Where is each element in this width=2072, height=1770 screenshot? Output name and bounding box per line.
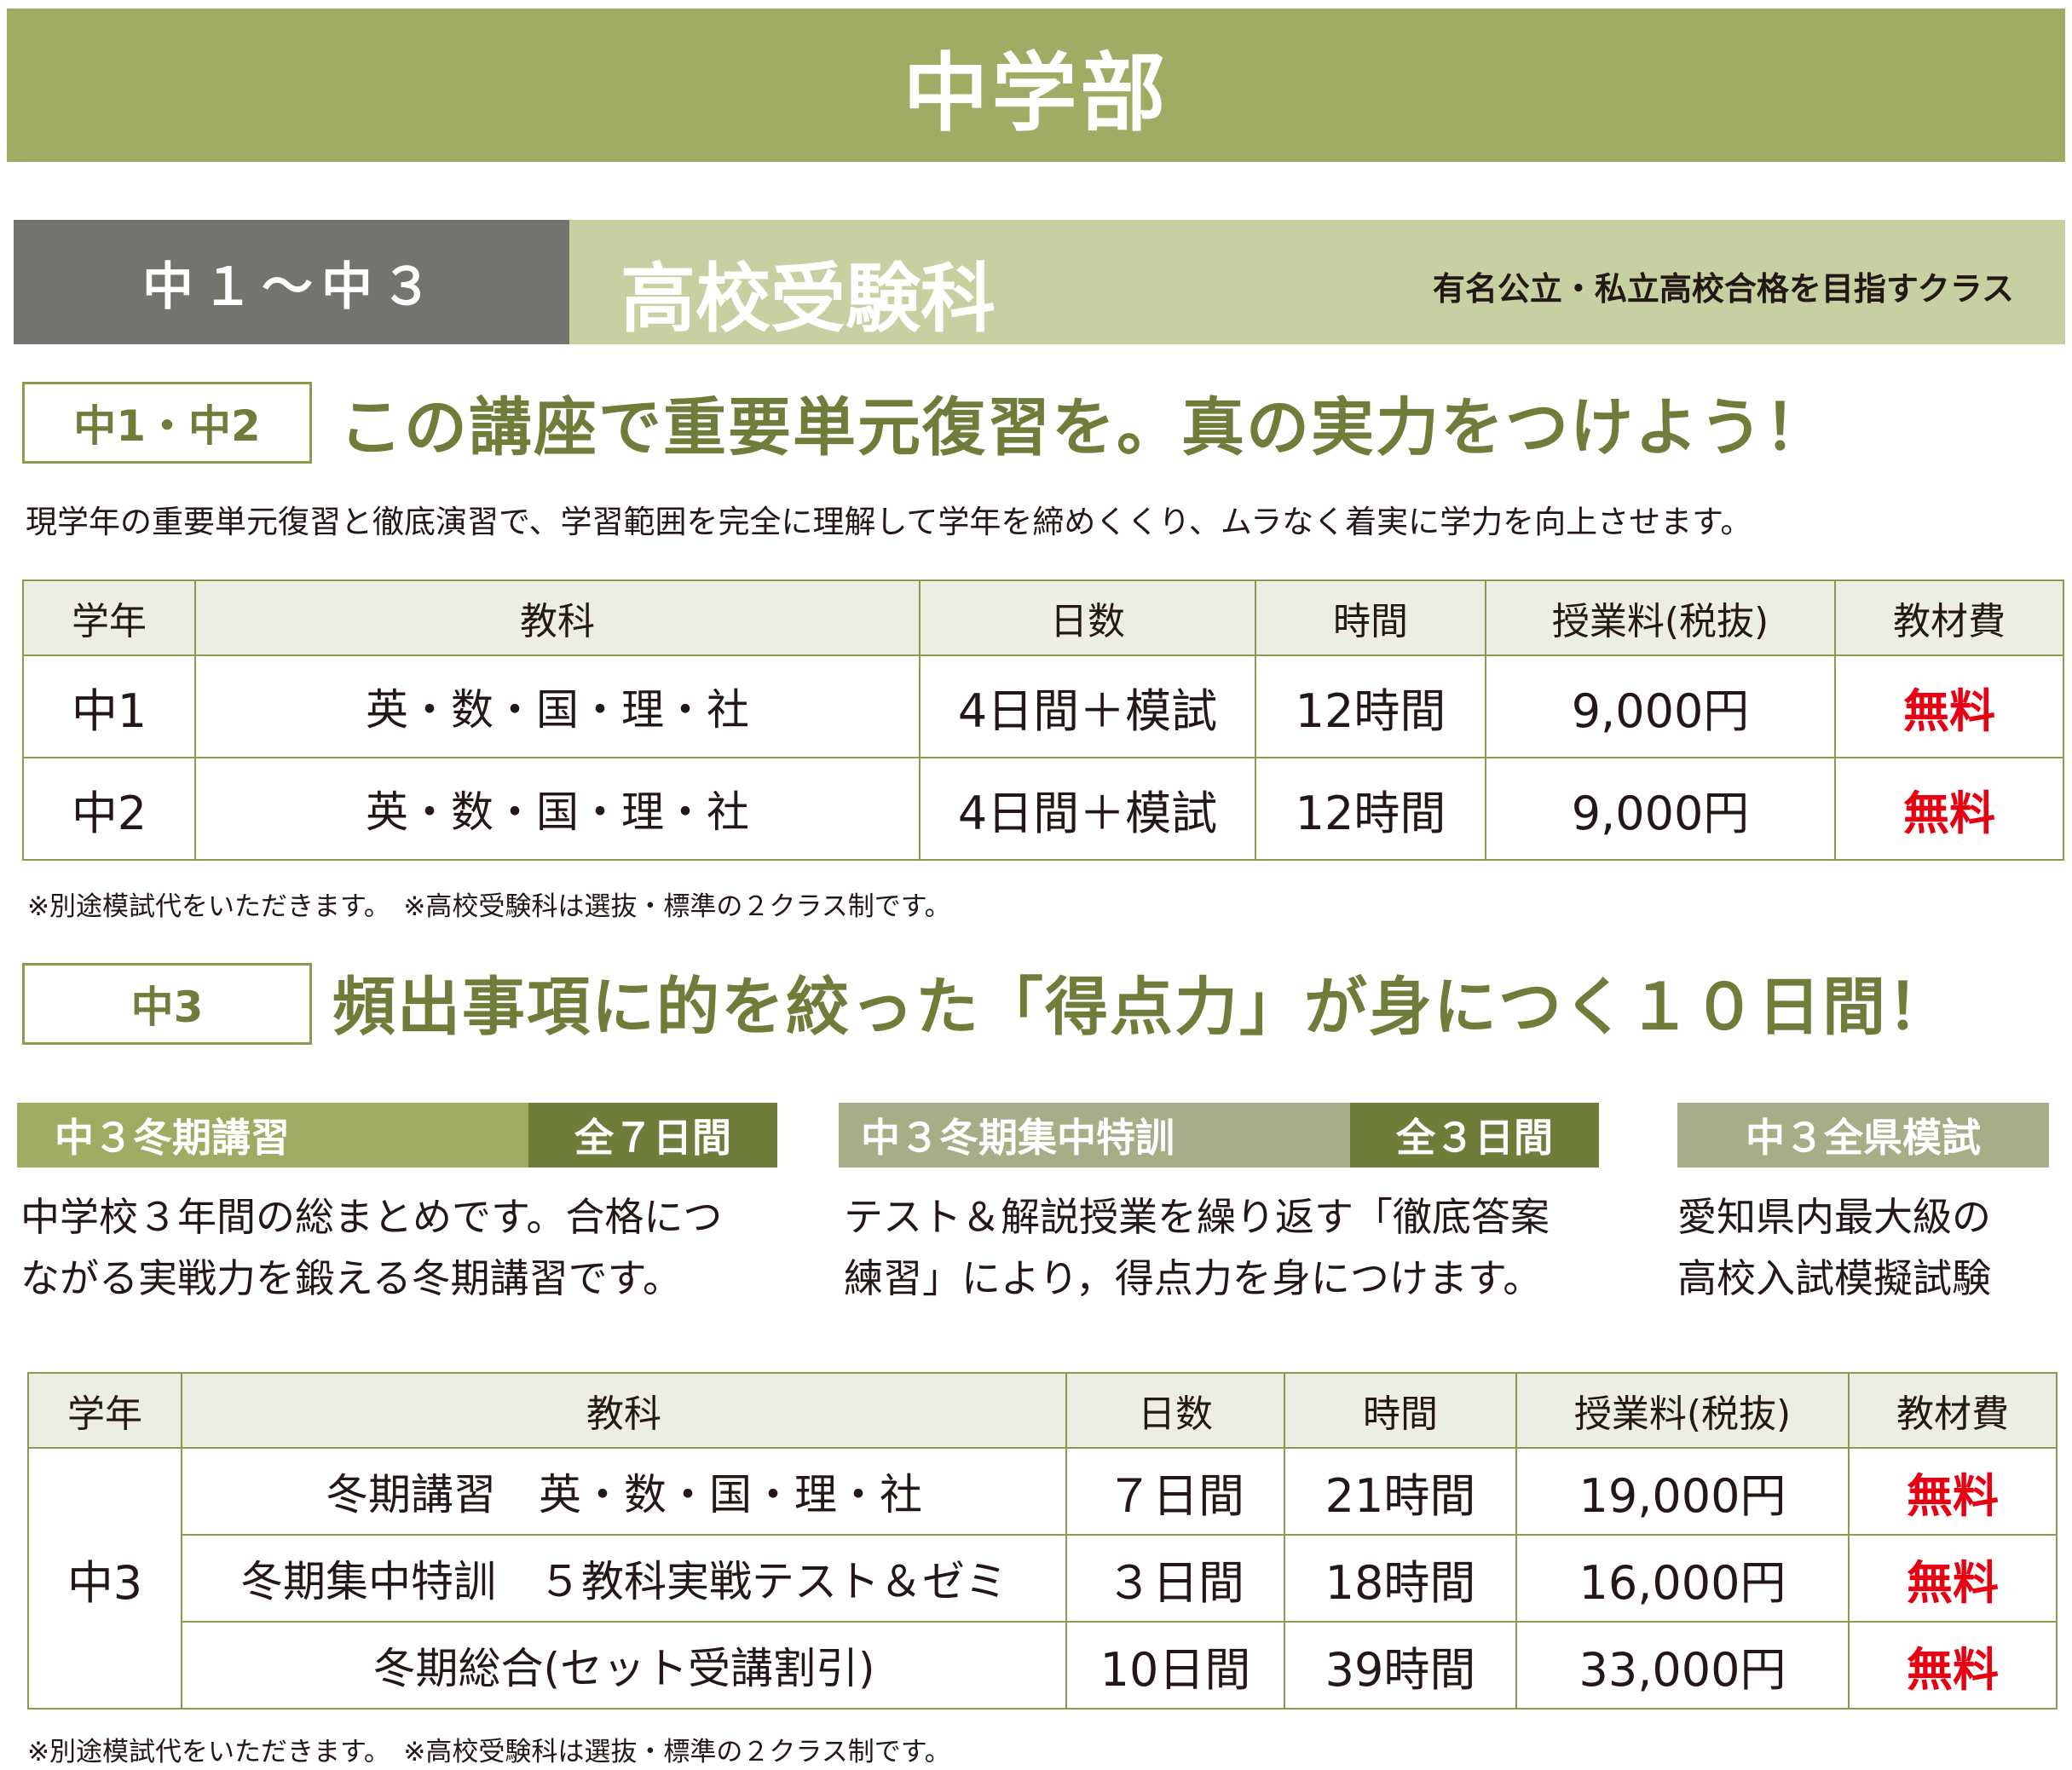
table-header-row: 学年 教科 日数 時間 授業料(税抜) 教材費 — [22, 579, 2064, 656]
course-subtitle: 有名公立・私立高校合格を目指すクラス — [1432, 270, 2014, 308]
header-materials: 教材費 — [1834, 579, 2064, 656]
cell-fee: 19,000円 — [1515, 1447, 1850, 1536]
header-days: 日数 — [1065, 1372, 1285, 1449]
part2-headline: 頻出事項に的を絞った「得点力」が身につく１０日間！ — [332, 971, 1952, 1044]
course-duration-winter: 全７日間 — [528, 1103, 777, 1168]
cell-fee: 9,000円 — [1485, 654, 1836, 758]
course-tag-mock-exam: 中３全県模試 — [1677, 1103, 2049, 1168]
cell-fee: 9,000円 — [1485, 757, 1836, 861]
cell-fee: 16,000円 — [1515, 1534, 1850, 1623]
course-duration-intensive: 全３日間 — [1350, 1103, 1599, 1168]
cell-days: 4日間＋模試 — [919, 654, 1256, 758]
table-row: 中2 英・数・国・理・社 4日間＋模試 12時間 9,000円 無料 — [22, 757, 2064, 861]
cell-materials: 無料 — [1848, 1534, 2058, 1623]
table-header-row: 学年 教科 日数 時間 授業料(税抜) 教材費 — [27, 1372, 2058, 1449]
cell-hours: 21時間 — [1284, 1447, 1517, 1536]
cell-subjects: 冬期総合(セット受講割引) — [181, 1621, 1067, 1709]
cell-days: 4日間＋模試 — [919, 757, 1256, 861]
part2-label: 中3 — [22, 963, 312, 1045]
page-title: 中学部 — [903, 43, 1169, 143]
header-hours: 時間 — [1284, 1372, 1517, 1449]
part1-table: 学年 教科 日数 時間 授業料(税抜) 教材費 中1 英・数・国・理・社 4日間… — [22, 579, 2064, 861]
cell-grade: 中1 — [22, 654, 196, 758]
cell-days: 10日間 — [1065, 1621, 1285, 1709]
grade-range: 中１～中３ — [142, 257, 441, 317]
page-banner: 中学部 — [7, 9, 2065, 162]
part1-label: 中1・中2 — [22, 382, 312, 464]
part1-description: 現学年の重要単元復習と徹底演習で、学習範囲を完全に理解して学年を締めくくり、ムラ… — [26, 504, 1752, 540]
header-grade: 学年 — [22, 579, 196, 656]
table-row: 冬期総合(セット受講割引) 10日間 39時間 33,000円 無料 — [28, 1621, 2058, 1709]
grade-range-header: 中１～中３ — [14, 220, 569, 344]
cell-subjects: 英・数・国・理・社 — [194, 757, 921, 861]
part1-headline: この講座で重要単元復習を。真の実力をつけよう！ — [339, 391, 1829, 464]
header-fee: 授業料(税抜) — [1515, 1372, 1850, 1449]
course-text-intensive: テスト＆解説授業を繰り返す「徹底答案 練習」により，得点力を身につけます。 — [844, 1194, 1550, 1301]
part1-note: ※別途模試代をいただきます。 ※高校受験科は選抜・標準の２クラス制です。 — [27, 891, 951, 922]
course-text-winter: 中学校３年間の総まとめです。合格につ ながる実戦力を鍛える冬期講習です。 — [20, 1194, 723, 1301]
cell-hours: 39時間 — [1284, 1621, 1517, 1709]
course-header: 高校受験科 有名公立・私立高校合格を目指すクラス — [569, 220, 2065, 344]
course-tag-intensive: 中３冬期集中特訓 — [839, 1103, 1350, 1168]
cell-materials: 無料 — [1834, 654, 2064, 758]
part2-note: ※別途模試代をいただきます。 ※高校受験科は選抜・標準の２クラス制です。 — [27, 1737, 951, 1767]
table-row: 冬期集中特訓 ５教科実戦テスト＆ゼミ ３日間 18時間 16,000円 無料 — [28, 1534, 2058, 1623]
cell-fee: 33,000円 — [1515, 1621, 1850, 1709]
cell-materials: 無料 — [1848, 1447, 2058, 1536]
cell-days: ７日間 — [1065, 1447, 1285, 1536]
course-tag-winter: 中３冬期講習 — [17, 1103, 528, 1168]
cell-subjects: 冬期講習 英・数・国・理・社 — [181, 1447, 1067, 1536]
cell-hours: 18時間 — [1284, 1534, 1517, 1623]
cell-subjects: 英・数・国・理・社 — [194, 654, 921, 758]
course-text-mock-exam: 愛知県内最大級の 高校入試模擬試験 — [1677, 1194, 1991, 1301]
header-grade: 学年 — [27, 1372, 182, 1449]
cell-hours: 12時間 — [1255, 757, 1486, 861]
header-subject: 教科 — [181, 1372, 1067, 1449]
cell-days: ３日間 — [1065, 1534, 1285, 1623]
part2-table: 学年 教科 日数 時間 授業料(税抜) 教材費 中3 冬期講習 英・数・国・理・… — [27, 1372, 2058, 1709]
cell-grade: 中2 — [22, 757, 196, 861]
course-title: 高校受験科 — [620, 255, 996, 343]
cell-materials: 無料 — [1834, 757, 2064, 861]
cell-grade: 中3 — [27, 1447, 182, 1709]
header-fee: 授業料(税抜) — [1485, 579, 1836, 656]
table-row: 中3 冬期講習 英・数・国・理・社 ７日間 21時間 19,000円 無料 — [27, 1447, 2058, 1709]
header-hours: 時間 — [1255, 579, 1486, 656]
header-materials: 教材費 — [1848, 1372, 2058, 1449]
table-row: 中1 英・数・国・理・社 4日間＋模試 12時間 9,000円 無料 — [22, 654, 2064, 758]
header-subject: 教科 — [194, 579, 921, 656]
cell-materials: 無料 — [1848, 1621, 2058, 1709]
cell-subjects: 冬期集中特訓 ５教科実戦テスト＆ゼミ — [181, 1534, 1067, 1623]
header-days: 日数 — [919, 579, 1256, 656]
cell-hours: 12時間 — [1255, 654, 1486, 758]
